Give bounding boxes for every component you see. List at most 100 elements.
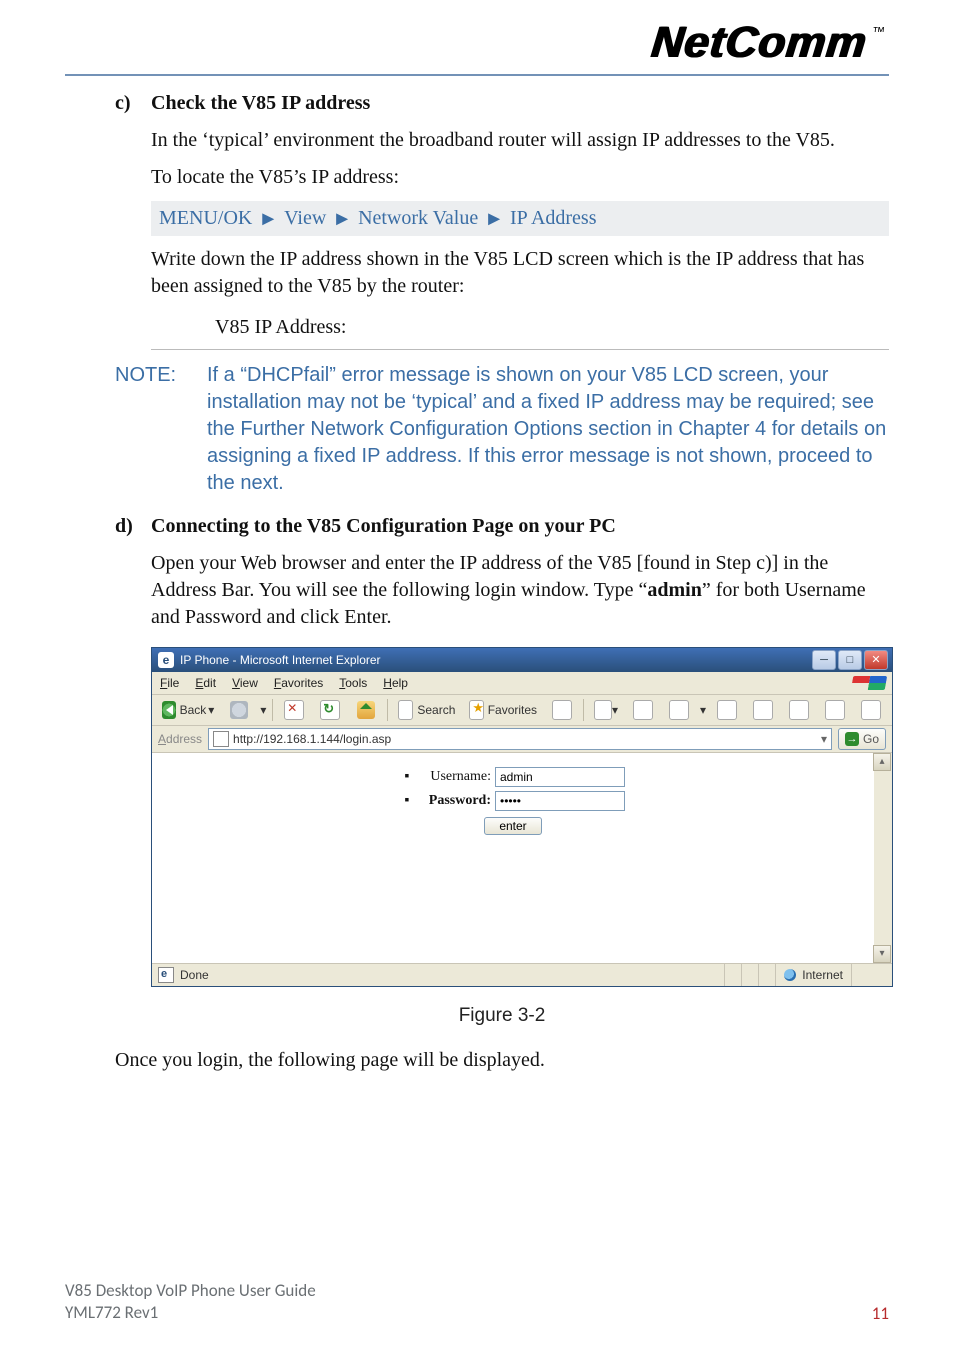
section-c-para3: Write down the IP address shown in the V… xyxy=(151,246,889,300)
menu-path-step: View xyxy=(284,205,326,232)
ie-menu-item[interactable]: File xyxy=(152,675,187,691)
login-form: ▪ Username: ▪ Password: enter xyxy=(401,767,625,837)
ie-menu-item[interactable]: Help xyxy=(375,675,416,691)
ie-app-icon: e xyxy=(158,652,174,668)
password-input[interactable] xyxy=(495,791,625,811)
status-resize-grip xyxy=(851,964,886,986)
arrow-icon: ► xyxy=(258,209,278,229)
mail-button[interactable]: ▾ xyxy=(590,698,622,722)
ie-titlebar: e IP Phone - Microsoft Internet Explorer… xyxy=(152,648,892,672)
menu-path: MENU/OK►View►Network Value►IP Address xyxy=(151,201,889,236)
address-dropdown-icon[interactable]: ▾ xyxy=(821,731,827,747)
address-input[interactable]: http://192.168.1.144/login.asp ▾ xyxy=(208,728,832,750)
home-button[interactable] xyxy=(351,698,381,722)
section-d-letter: d) xyxy=(115,513,151,540)
address-label: AAddressddress xyxy=(158,731,202,747)
print-icon xyxy=(633,700,653,720)
close-button[interactable]: ✕ xyxy=(864,650,888,670)
section-d-para: Open your Web browser and enter the IP a… xyxy=(151,550,889,631)
home-icon xyxy=(357,701,375,719)
password-label: Password: xyxy=(413,792,495,811)
scrollbar-down-button[interactable]: ▾ xyxy=(873,945,891,963)
username-label: Username: xyxy=(413,768,495,787)
section-c-title: Check the V85 IP address xyxy=(151,92,370,114)
back-button[interactable]: Back▾ xyxy=(158,698,218,722)
favorites-button[interactable]: Favorites xyxy=(465,698,541,722)
go-button[interactable]: → Go xyxy=(838,728,886,750)
forward-button[interactable] xyxy=(224,698,254,722)
ie-window-title: IP Phone - Microsoft Internet Explorer xyxy=(180,652,381,668)
footer-title: V85 Desktop VoIP Phone User Guide xyxy=(65,1280,316,1302)
stop-icon xyxy=(284,700,304,720)
back-icon xyxy=(162,701,176,719)
ie-menu-item[interactable]: Tools xyxy=(331,675,375,691)
scrollbar-up-button[interactable]: ▴ xyxy=(873,753,891,771)
toolbar-extra-button-2[interactable] xyxy=(784,698,814,722)
section-c: c) Check the V85 IP address xyxy=(115,90,889,117)
back-caret-icon: ▾ xyxy=(208,702,214,718)
maximize-button[interactable]: □ xyxy=(838,650,862,670)
section-c-para1: In the ‘typical’ environment the broadba… xyxy=(151,127,889,154)
page-footer: V85 Desktop VoIP Phone User Guide YML772… xyxy=(65,1280,889,1324)
status-done-text: Done xyxy=(180,967,209,983)
print-button[interactable] xyxy=(628,698,658,722)
discuss-button[interactable] xyxy=(712,698,742,722)
bullet-icon: ▪ xyxy=(401,768,413,787)
edit-icon xyxy=(669,700,689,720)
arrow-icon: ► xyxy=(484,209,504,229)
section-c-letter: c) xyxy=(115,90,151,117)
history-button[interactable] xyxy=(547,698,577,722)
ip-address-rule xyxy=(151,349,889,350)
section-c-para2: To locate the V85’s IP address: xyxy=(151,164,889,191)
toolbar-separator xyxy=(583,699,584,721)
edit-caret-icon: ▾ xyxy=(700,702,706,718)
toolbar-extra-button-1[interactable] xyxy=(748,698,778,722)
go-label: Go xyxy=(863,731,879,747)
menu-path-step: Network Value xyxy=(358,205,478,232)
minimize-button[interactable]: ─ xyxy=(812,650,836,670)
forward-icon xyxy=(230,701,248,719)
ie-menu-item[interactable]: Edit xyxy=(187,675,224,691)
username-input[interactable] xyxy=(495,767,625,787)
status-zone-text: Internet xyxy=(802,967,843,983)
status-segment xyxy=(724,964,741,986)
toolbar-extra-icon-3 xyxy=(825,700,845,720)
mail-icon xyxy=(594,700,612,720)
toolbar-separator xyxy=(387,699,388,721)
internet-zone-icon xyxy=(784,969,796,981)
edit-button[interactable] xyxy=(664,698,694,722)
address-url: http://192.168.1.144/login.asp xyxy=(233,731,391,747)
section-d-title: Connecting to the V85 Configuration Page… xyxy=(151,515,616,537)
stop-button[interactable] xyxy=(279,698,309,722)
toolbar-separator xyxy=(272,699,273,721)
search-button[interactable]: Search xyxy=(394,698,459,722)
header-divider xyxy=(65,74,889,76)
enter-button[interactable]: enter xyxy=(484,817,541,835)
toolbar-extra-button-4[interactable] xyxy=(856,698,886,722)
after-login-text: Once you login, the following page will … xyxy=(115,1047,889,1074)
refresh-button[interactable] xyxy=(315,698,345,722)
ie-address-bar: AAddressddress http://192.168.1.144/logi… xyxy=(152,726,892,753)
ie-menu-item[interactable]: View xyxy=(224,675,266,691)
toolbar-extra-icon-4 xyxy=(861,700,881,720)
ie-menubar: FileEditViewFavoritesToolsHelp xyxy=(152,672,892,695)
favorites-label: Favorites xyxy=(488,702,537,718)
go-arrow-icon: → xyxy=(845,732,859,746)
refresh-icon xyxy=(320,700,340,720)
toolbar-extra-button-3[interactable] xyxy=(820,698,850,722)
status-segment xyxy=(758,964,775,986)
forward-caret-icon: ▾ xyxy=(260,702,266,718)
toolbar-extra-icon-1 xyxy=(753,700,773,720)
status-page-icon xyxy=(158,967,174,983)
brand-trademark: ™ xyxy=(871,24,887,39)
ie-window: e IP Phone - Microsoft Internet Explorer… xyxy=(151,647,893,987)
discuss-icon xyxy=(717,700,737,720)
brand-logo-text: NetComm xyxy=(650,18,870,67)
status-zone: Internet xyxy=(775,964,851,986)
search-icon xyxy=(398,700,413,720)
footer-rev: YML772 Rev1 xyxy=(65,1302,316,1324)
toolbar-extra-icon-2 xyxy=(789,700,809,720)
brand-logo: NetComm™ xyxy=(650,18,888,68)
back-label: Back xyxy=(180,702,207,718)
ie-menu-item[interactable]: Favorites xyxy=(266,675,331,691)
